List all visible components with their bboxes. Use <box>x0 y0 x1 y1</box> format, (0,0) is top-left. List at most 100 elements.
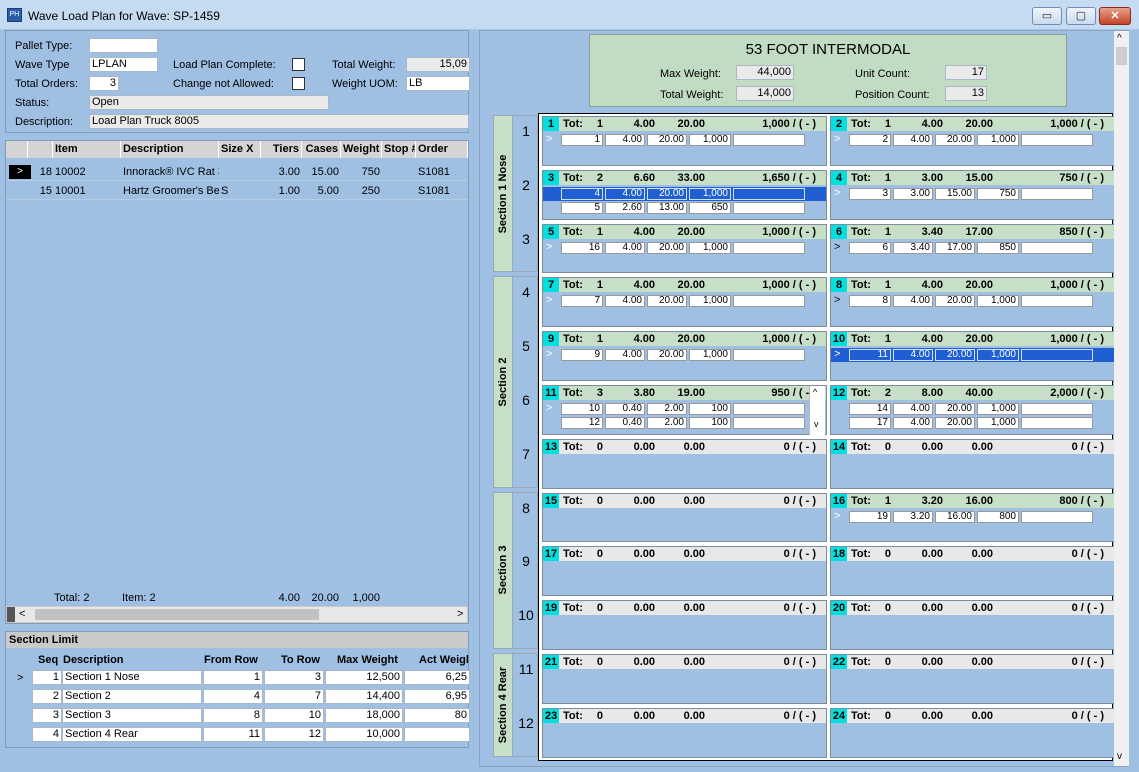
tiers-field[interactable]: 4.00 <box>893 417 933 429</box>
load-position[interactable]: 2 Tot: 1 4.00 20.00 1,000 / ( - ) >2 4.00 20.00 1… <box>830 116 1115 166</box>
unit-id-field[interactable]: 19 <box>849 510 891 523</box>
load-position[interactable]: 1 Tot: 1 4.00 20.00 1,000 / ( - ) >1 4.00 20.00 1… <box>542 116 827 166</box>
sl-from-row[interactable]: 1 <box>203 670 263 685</box>
sl-max-weight[interactable]: 12,500 <box>325 670 403 685</box>
sl-act-weight[interactable]: 6,25 <box>404 670 470 685</box>
cases-field[interactable]: 20.00 <box>647 134 687 146</box>
weight-field[interactable]: 1,000 <box>977 403 1019 415</box>
tiers-field[interactable]: 4.00 <box>893 349 933 362</box>
load-position[interactable]: 10 Tot: 1 4.00 20.00 1,000 / ( - ) >11 4.00 20.0… <box>830 331 1115 381</box>
max-weight-field[interactable]: 44,000 <box>736 65 794 80</box>
tiers-field[interactable]: 0.40 <box>605 403 645 415</box>
position-unit-row[interactable]: >19 3.20 16.00 800 <box>831 510 1114 524</box>
load-position[interactable]: 14 Tot: 0 0.00 0.00 0 / ( - ) <box>830 438 1115 489</box>
unit-id-field[interactable]: 14 <box>849 403 891 415</box>
load-position[interactable]: 23 Tot: 0 0.00 0.00 0 / ( - ) <box>542 707 827 758</box>
tiers-field[interactable]: 3.40 <box>893 241 933 254</box>
weight-uom-field[interactable]: LB <box>406 76 470 91</box>
col-header-order[interactable]: Order <box>416 141 468 158</box>
unit-id-field[interactable]: 5 <box>561 201 603 214</box>
cases-field[interactable]: 20.00 <box>647 295 687 308</box>
sl-act-weight[interactable] <box>404 727 470 742</box>
position-unit-row[interactable]: 17 4.00 20.00 1,000 <box>831 416 1114 430</box>
scroll-down-icon[interactable]: v <box>814 419 819 429</box>
scroll-left-icon[interactable]: < <box>19 608 25 620</box>
weight-field[interactable]: 1,000 <box>689 134 731 146</box>
tiers-field[interactable]: 2.60 <box>605 201 645 214</box>
scroll-down-icon[interactable]: v <box>1117 751 1122 762</box>
description-field[interactable]: Load Plan Truck 8005 <box>89 114 469 129</box>
scroll-thumb[interactable] <box>35 609 319 620</box>
position-scrollbar[interactable]: ^ v <box>809 386 825 435</box>
weight-field[interactable]: 1,000 <box>977 134 1019 146</box>
col-header-stop[interactable]: Stop # <box>382 141 416 158</box>
load-position[interactable]: 5 Tot: 1 4.00 20.00 1,000 / ( - ) >16 4.00 20.00… <box>542 223 827 274</box>
tiers-field[interactable]: 4.00 <box>605 134 645 146</box>
unit-id-field[interactable]: 1 <box>561 134 603 146</box>
weight-field[interactable]: 1,000 <box>689 187 731 200</box>
scroll-up-icon[interactable]: ^ <box>1117 33 1122 44</box>
sl-act-weight[interactable]: 80 <box>404 708 470 723</box>
load-position[interactable]: 4 Tot: 1 3.00 15.00 750 / ( - ) >3 3.00 15.00 750 <box>830 169 1115 220</box>
note-field[interactable] <box>1021 241 1093 254</box>
position-unit-row[interactable]: 5 2.60 13.00 650 <box>543 201 826 215</box>
sl-to-row[interactable]: 10 <box>264 708 324 723</box>
position-unit-row[interactable]: >9 4.00 20.00 1,000 <box>543 348 826 362</box>
note-field[interactable] <box>733 201 805 214</box>
wave-type-field[interactable]: LPLAN <box>89 57 158 72</box>
sl-to-row[interactable]: 7 <box>264 689 324 704</box>
unit-id-field[interactable]: 9 <box>561 349 603 362</box>
weight-field[interactable]: 1,000 <box>977 417 1019 429</box>
tiers-field[interactable]: 3.00 <box>893 187 933 200</box>
col-header-item[interactable]: Item <box>53 141 121 158</box>
unit-id-field[interactable]: 2 <box>849 134 891 146</box>
tiers-field[interactable]: 4.00 <box>605 295 645 308</box>
load-position[interactable]: 15 Tot: 0 0.00 0.00 0 / ( - ) <box>542 492 827 543</box>
unit-id-field[interactable]: 7 <box>561 295 603 308</box>
sl-max-weight[interactable]: 18,000 <box>325 708 403 723</box>
cases-field[interactable]: 2.00 <box>647 403 687 415</box>
cases-field[interactable]: 20.00 <box>935 403 975 415</box>
sl-description[interactable]: Section 1 Nose <box>62 670 202 685</box>
load-position[interactable]: 6 Tot: 1 3.40 17.00 850 / ( - ) >6 3.40 17.00 850 <box>830 223 1115 274</box>
position-unit-row[interactable]: 12 0.40 2.00 100 <box>543 416 826 430</box>
col-header-size[interactable]: Size X <box>219 141 261 158</box>
position-unit-row[interactable]: >11 4.00 20.00 1,000 <box>831 348 1114 363</box>
cases-field[interactable]: 20.00 <box>647 187 687 200</box>
scroll-thumb[interactable] <box>1116 47 1127 65</box>
weight-field[interactable]: 1,000 <box>689 241 731 254</box>
cases-field[interactable]: 20.00 <box>647 349 687 362</box>
weight-field[interactable]: 1,000 <box>977 349 1019 362</box>
sl-description[interactable]: Section 3 <box>62 708 202 723</box>
cases-field[interactable]: 20.00 <box>935 295 975 308</box>
table-row[interactable]: 18 10002 Innorack® IVC Rat 3 3.00 15.00 … <box>6 163 468 181</box>
note-field[interactable] <box>1021 510 1093 523</box>
load-plan-complete-checkbox[interactable] <box>292 58 305 71</box>
unit-id-field[interactable]: 16 <box>561 241 603 254</box>
note-field[interactable] <box>733 187 805 200</box>
note-field[interactable] <box>733 241 805 254</box>
note-field[interactable] <box>733 134 805 146</box>
load-position[interactable]: 8 Tot: 1 4.00 20.00 1,000 / ( - ) >8 4.00 20.00 1… <box>830 277 1115 328</box>
sl-from-row[interactable]: 11 <box>203 727 263 742</box>
load-position[interactable]: 21 Tot: 0 0.00 0.00 0 / ( - ) <box>542 654 827 704</box>
change-not-allowed-checkbox[interactable] <box>292 77 305 90</box>
sl-description[interactable]: Section 4 Rear <box>62 727 202 742</box>
sl-max-weight[interactable]: 10,000 <box>325 727 403 742</box>
total-orders-field[interactable]: 3 <box>89 76 119 91</box>
note-field[interactable] <box>1021 134 1093 146</box>
load-position[interactable]: 12 Tot: 2 8.00 40.00 2,000 / ( - ) 14 4.00 20.00… <box>830 385 1115 435</box>
sl-seq[interactable]: 2 <box>32 689 62 704</box>
position-unit-row[interactable]: >10 0.40 2.00 100 <box>543 402 826 416</box>
load-position[interactable]: 9 Tot: 1 4.00 20.00 1,000 / ( - ) >9 4.00 20.00 1… <box>542 331 827 381</box>
load-position[interactable]: 16 Tot: 1 3.20 16.00 800 / ( - ) >19 3.20 16.00 8… <box>830 492 1115 543</box>
load-position[interactable]: 7 Tot: 1 4.00 20.00 1,000 / ( - ) >7 4.00 20.00 1… <box>542 277 827 328</box>
note-field[interactable] <box>1021 295 1093 308</box>
unit-id-field[interactable]: 11 <box>849 349 891 362</box>
load-position[interactable]: 13 Tot: 0 0.00 0.00 0 / ( - ) <box>542 438 827 489</box>
weight-field[interactable]: 1,000 <box>689 349 731 362</box>
tiers-field[interactable]: 4.00 <box>605 241 645 254</box>
tiers-field[interactable]: 4.00 <box>893 295 933 308</box>
load-position[interactable]: 24 Tot: 0 0.00 0.00 0 / ( - ) <box>830 707 1115 758</box>
note-field[interactable] <box>733 295 805 308</box>
